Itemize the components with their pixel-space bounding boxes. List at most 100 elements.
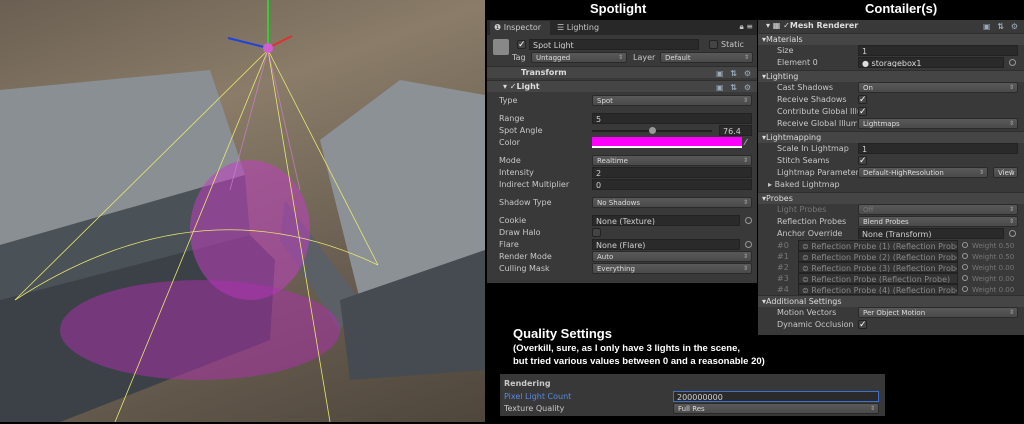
probe-name: Reflection Probe (2) (Reflection Probe bbox=[811, 253, 958, 262]
motion-vectors-label: Motion Vectors bbox=[777, 308, 837, 317]
element-label: Element 0 bbox=[777, 58, 818, 67]
object-picker-icon[interactable] bbox=[745, 217, 752, 224]
object-picker-icon[interactable] bbox=[962, 253, 968, 259]
lock-icon[interactable]: 🔒︎ ≡ bbox=[739, 22, 753, 32]
tab-lighting[interactable]: ☰ Lighting bbox=[557, 21, 599, 35]
stitch-checkbox[interactable]: ✓ bbox=[858, 156, 867, 166]
object-picker-icon[interactable] bbox=[745, 241, 752, 248]
size-label: Size bbox=[777, 46, 794, 55]
layer-label: Layer bbox=[633, 53, 656, 62]
culling-dropdown[interactable]: Everything bbox=[592, 263, 752, 274]
flare-label: Flare bbox=[499, 240, 519, 249]
object-picker-icon[interactable] bbox=[1009, 59, 1016, 66]
intensity-input[interactable]: 2 bbox=[592, 167, 752, 178]
anchor-field[interactable]: None (Transform) bbox=[858, 228, 1004, 239]
object-picker-icon[interactable] bbox=[1009, 230, 1016, 237]
motion-vectors-dropdown[interactable]: Per Object Motion bbox=[858, 307, 1018, 318]
culling-label: Culling Mask bbox=[499, 264, 550, 273]
indirect-input[interactable]: 0 bbox=[592, 179, 752, 190]
rendering-header: Rendering bbox=[504, 379, 551, 388]
occlusion-checkbox[interactable]: ✓ bbox=[858, 320, 867, 330]
mode-label: Mode bbox=[499, 156, 521, 165]
layer-dropdown[interactable]: Default bbox=[660, 52, 753, 63]
stitch-label: Stitch Seams bbox=[777, 156, 830, 165]
probe-field[interactable]: ⊜ Reflection Probe (2) (Reflection Probe bbox=[798, 251, 958, 262]
shadow-dropdown[interactable]: No Shadows bbox=[592, 197, 752, 208]
size-input[interactable]: 1 bbox=[858, 45, 1018, 56]
rendering-panel: Rendering Pixel Light Count 200000000 Tex… bbox=[500, 374, 885, 416]
section-label: Lighting bbox=[766, 72, 799, 81]
receive-gi-dropdown[interactable]: Lightmaps bbox=[858, 118, 1018, 129]
cookie-field[interactable]: None (Texture) bbox=[592, 215, 740, 226]
mesh-renderer-header[interactable]: ▾ ▦ ✓Mesh Renderer ▣ ⇅ ⚙ bbox=[758, 20, 1024, 32]
material-field[interactable]: ● storagebox1 bbox=[858, 57, 1004, 68]
note-line: (Overkill, sure, as I only have 3 lights… bbox=[513, 343, 741, 354]
tag-dropdown[interactable]: Untagged bbox=[531, 52, 627, 63]
materials-section[interactable]: ▾Materials bbox=[758, 33, 1024, 45]
light-header[interactable]: ▾ ✓Light ▣ ⇅ ⚙ bbox=[487, 80, 757, 92]
draw-halo-label: Draw Halo bbox=[499, 228, 541, 237]
active-checkbox[interactable]: ✓ bbox=[517, 40, 526, 50]
lm-params-label: Lightmap Parameters bbox=[777, 168, 864, 177]
lighting-section[interactable]: ▾Lighting bbox=[758, 70, 1024, 82]
probe-field[interactable]: ⊜ Reflection Probe (4) (Reflection Probe bbox=[798, 284, 958, 295]
mode-dropdown[interactable]: Realtime bbox=[592, 155, 752, 166]
probe-field[interactable]: ⊜ Reflection Probe (Reflection Probe) bbox=[798, 273, 958, 284]
render-mode-dropdown[interactable]: Auto bbox=[592, 251, 752, 262]
light-label: Light bbox=[516, 82, 540, 91]
view-button[interactable]: View bbox=[993, 167, 1018, 178]
additional-settings-section[interactable]: ▾Additional Settings bbox=[758, 295, 1024, 307]
probe-name: Reflection Probe (Reflection Probe) bbox=[811, 275, 951, 284]
scale-input[interactable]: 1 bbox=[858, 143, 1018, 154]
draw-halo-checkbox[interactable] bbox=[592, 228, 601, 237]
baked-lightmap-foldout[interactable]: ▸ Baked Lightmap bbox=[768, 179, 840, 191]
material-name: storagebox1 bbox=[871, 59, 922, 68]
lm-params-dropdown[interactable]: Default-HighResolution bbox=[858, 167, 988, 178]
transform-header[interactable]: Transform ▣ ⇅ ⚙ bbox=[487, 66, 757, 78]
section-label: Probes bbox=[766, 194, 793, 203]
range-input[interactable]: 5 bbox=[592, 113, 752, 124]
scene-view[interactable] bbox=[0, 0, 485, 423]
texture-quality-dropdown[interactable]: Full Res bbox=[673, 403, 879, 414]
probe-name: Reflection Probe (1) (Reflection Probe bbox=[811, 242, 958, 251]
lightmapping-section[interactable]: ▾Lightmapping bbox=[758, 131, 1024, 143]
object-picker-icon[interactable] bbox=[962, 275, 968, 281]
type-dropdown[interactable]: Spot bbox=[592, 95, 752, 106]
tab-inspector[interactable]: ❶ Inspector bbox=[490, 21, 550, 35]
object-name-input[interactable]: Spot Light bbox=[529, 39, 699, 50]
static-checkbox[interactable] bbox=[709, 40, 718, 49]
probes-section[interactable]: ▾Probes bbox=[758, 192, 1024, 204]
shadow-label: Shadow Type bbox=[499, 198, 552, 207]
receive-shadows-checkbox[interactable]: ✓ bbox=[858, 95, 867, 105]
scale-label: Scale In Lightmap bbox=[777, 144, 849, 153]
light-probes-dropdown[interactable]: Off bbox=[858, 204, 1018, 215]
eyedropper-icon[interactable]: ⁄ bbox=[745, 137, 746, 149]
object-picker-icon[interactable] bbox=[962, 264, 968, 270]
tag-label: Tag bbox=[512, 53, 526, 62]
cast-shadows-dropdown[interactable]: On bbox=[858, 82, 1018, 93]
object-picker-icon[interactable] bbox=[962, 242, 968, 248]
reflection-probes-dropdown[interactable]: Blend Probes bbox=[858, 216, 1018, 227]
component-menu-icons[interactable]: ▣ ⇅ ⚙ bbox=[983, 21, 1020, 33]
type-label: Type bbox=[499, 96, 518, 105]
probe-name: Reflection Probe (4) (Reflection Probe bbox=[811, 286, 958, 295]
tab-label: Inspector bbox=[503, 23, 542, 32]
scene-render bbox=[0, 0, 485, 423]
component-menu-icons[interactable]: ▣ ⇅ ⚙ bbox=[716, 68, 753, 80]
flare-field[interactable]: None (Flare) bbox=[592, 239, 740, 250]
spot-angle-input[interactable]: 76.4 bbox=[719, 125, 752, 136]
tab-label: Lighting bbox=[566, 23, 600, 32]
contribute-gi-checkbox[interactable]: ✓ bbox=[858, 107, 867, 117]
note-line: but tried various values between 0 and a… bbox=[513, 356, 765, 367]
slider-knob[interactable] bbox=[649, 127, 656, 134]
pixel-light-count-input[interactable]: 200000000 bbox=[673, 391, 879, 402]
object-picker-icon[interactable] bbox=[962, 286, 968, 292]
color-swatch[interactable] bbox=[592, 137, 742, 148]
probe-field[interactable]: ⊜ Reflection Probe (3) (Reflection Probe bbox=[798, 262, 958, 273]
quality-note: (Overkill, sure, as I only have 3 lights… bbox=[513, 342, 765, 368]
component-menu-icons[interactable]: ▣ ⇅ ⚙ bbox=[716, 82, 753, 94]
probe-field[interactable]: ⊜ Reflection Probe (1) (Reflection Probe bbox=[798, 240, 958, 251]
section-label: Lightmapping bbox=[766, 133, 822, 142]
mesh-renderer-panel: ▾ ▦ ✓Mesh Renderer ▣ ⇅ ⚙ ▾Materials Size 1… bbox=[758, 20, 1024, 335]
spotlight-heading: Spotlight bbox=[590, 1, 647, 16]
